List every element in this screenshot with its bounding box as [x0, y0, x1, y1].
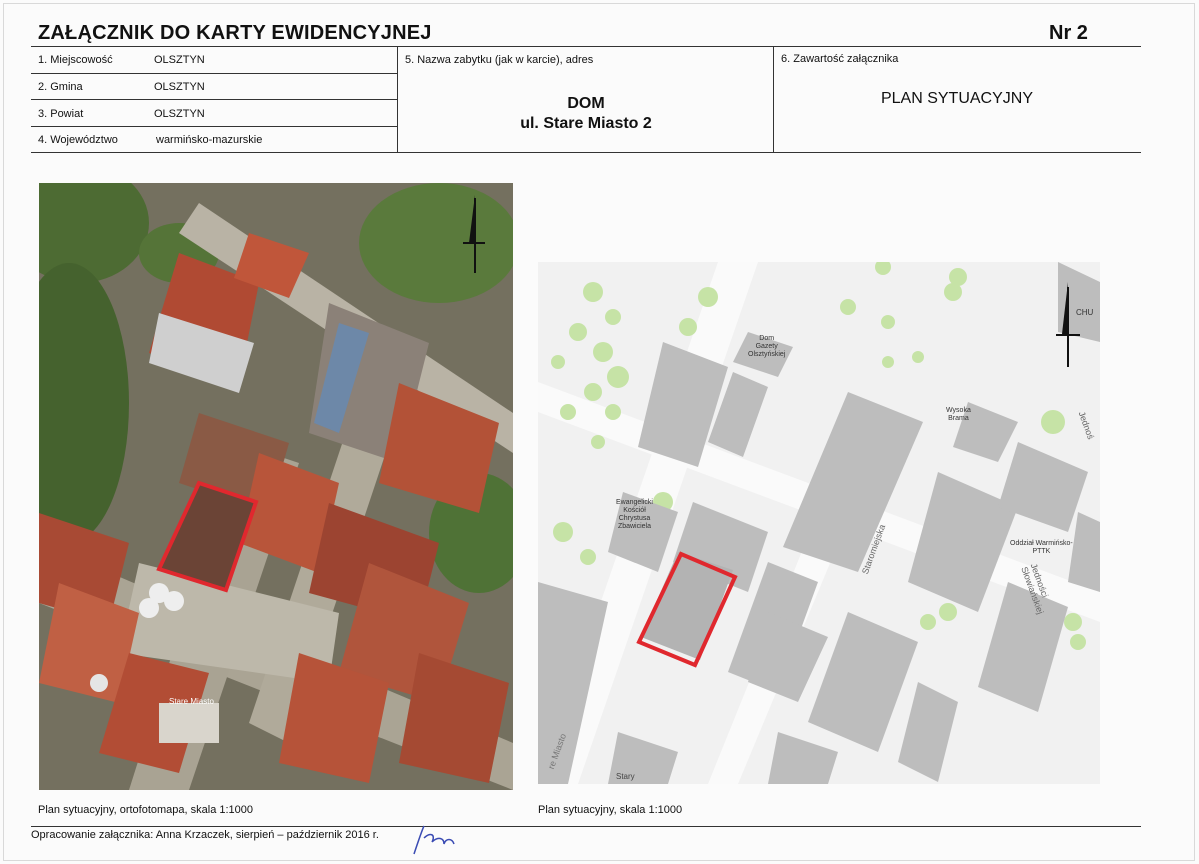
attachment-number: Nr 2	[1049, 22, 1088, 44]
field-label-voivodeship: 4. Województwo	[38, 134, 118, 146]
field-value-voivodeship: warmińsko-mazurskie	[156, 134, 263, 146]
field-value-commune: OLSZTYN	[154, 81, 205, 93]
label-dom-gazety: Dom Gazety Olsztyńskiej	[748, 335, 786, 358]
monument-label: 5. Nazwa zabytku (jak w karcie), adres	[405, 54, 594, 66]
prepared-by: Opracowanie załącznika: Anna Krzaczek, s…	[31, 829, 379, 841]
label-wysoka-brama: Wysoka Brama	[946, 407, 971, 422]
orthophoto-image	[39, 183, 513, 790]
monument-address: ul. Stare Miasto 2	[520, 115, 652, 132]
footer-line	[31, 826, 1141, 827]
monument-name: DOM	[567, 95, 605, 112]
street-map-caption: Plan sytuacyjny, skala 1:1000	[538, 804, 683, 816]
signature	[413, 825, 455, 855]
field-value-town: OLSZTYN	[154, 54, 205, 66]
street-map: Dom Gazety Olsztyńskiej Wysoka Brama Ewa…	[538, 262, 1100, 784]
label-stary: Stary	[616, 772, 635, 781]
attachment-content-label: 6. Zawartość załącznika	[781, 53, 899, 65]
field-label-town: 1. Miejscowość	[38, 54, 113, 66]
label-chu: CHU	[1076, 308, 1094, 317]
photo-place-label: Stare Miasto	[169, 697, 214, 706]
field-label-commune: 2. Gmina	[38, 81, 83, 93]
table-row-line	[31, 99, 398, 100]
orthophoto-caption: Plan sytuacyjny, ortofotomapa, skala 1:1…	[38, 804, 254, 816]
attachment-content: PLAN SYTUACYJNY	[880, 90, 1034, 107]
orthophoto-map: Stare Miasto	[39, 183, 513, 790]
field-value-district: OLSZTYN	[154, 108, 205, 120]
table-row-line	[31, 126, 398, 127]
field-label-district: 3. Powiat	[38, 108, 84, 120]
table-row-line	[31, 73, 398, 74]
document-title: ZAŁĄCZNIK DO KARTY EWIDENCYJNEJ	[38, 22, 432, 44]
table-bottom-line	[31, 152, 1141, 153]
label-pttk: Oddział Warmińsko- PTTK	[1010, 540, 1073, 555]
label-kosciol: Ewangelicki Kościół Chrystusa Zbawiciela	[616, 499, 653, 530]
table-top-line	[31, 46, 1141, 47]
